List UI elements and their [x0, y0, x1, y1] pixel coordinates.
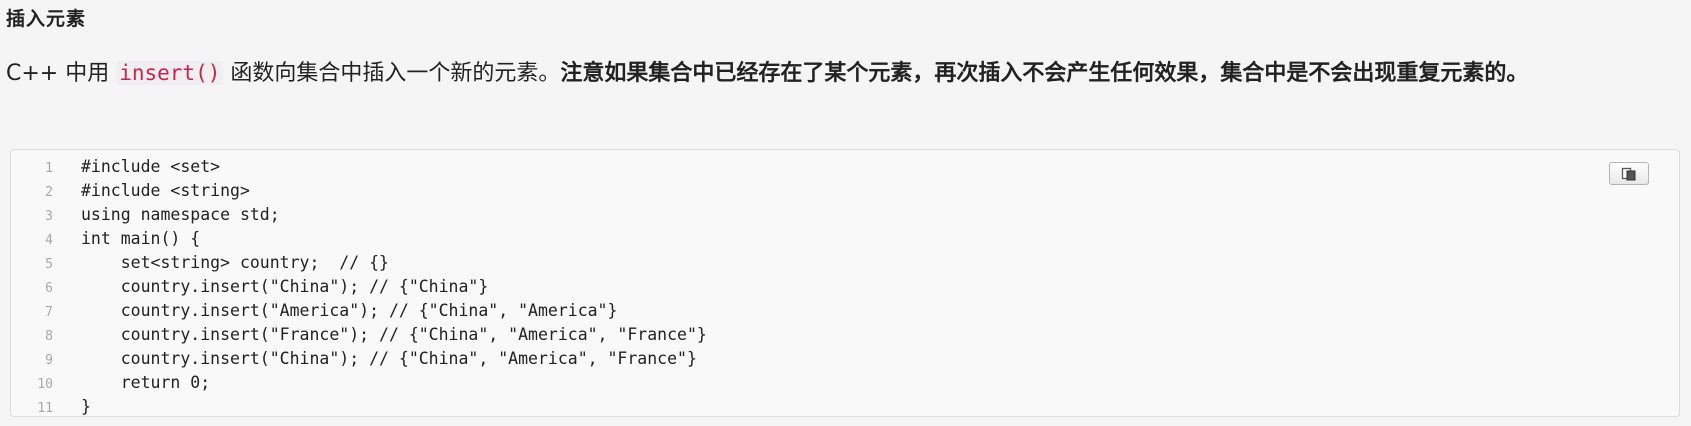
code-line: 7 country.insert("America"); // {"China"… [11, 299, 707, 323]
code-text: set<string> country; // {} [81, 253, 389, 272]
section-title: 插入元素 [6, 8, 87, 30]
line-number: 8 [45, 329, 53, 344]
line-number: 9 [45, 353, 53, 368]
code-text: country.insert("China"); // {"China"} [81, 277, 489, 296]
code-text: int main() { [81, 229, 201, 248]
code-line: 11} [11, 395, 707, 419]
paragraph-emphasis: 注意如果集合中已经存在了某个元素，再次插入不会产生任何效果，集合中是不会出现重复… [560, 61, 1529, 86]
code-text: country.insert("France"); // {"China", "… [81, 325, 707, 344]
description-paragraph: C++ 中用 insert() 函数向集合中插入一个新的元素。注意如果集合中已经… [6, 56, 1681, 91]
code-text: } [81, 397, 91, 416]
copy-button[interactable] [1609, 162, 1649, 185]
line-number: 2 [45, 185, 53, 200]
copy-icon [1621, 167, 1636, 180]
line-number: 6 [45, 281, 53, 296]
code-block: 1 #include <set> 2 #include <string> 3 usin… [10, 149, 1680, 417]
line-number: 4 [45, 233, 53, 248]
code-text: country.insert("America"); // {"China", … [81, 301, 618, 320]
line-number: 1 [45, 161, 53, 176]
code-text: #include <string> [81, 181, 250, 200]
line-number: 7 [45, 305, 53, 320]
code-line: 9 country.insert("China"); // {"China", … [11, 347, 707, 371]
code-line: 4 int main() { [11, 227, 707, 251]
code-line: 8 country.insert("France"); // {"China",… [11, 323, 707, 347]
line-number: 10 [37, 377, 53, 392]
code-text: using namespace std; [81, 205, 280, 224]
code-line: 3 using namespace std; [11, 203, 707, 227]
code-line: 2 #include <string> [11, 179, 707, 203]
code-line: 5 set<string> country; // {} [11, 251, 707, 275]
code-lines: 1 #include <set> 2 #include <string> 3 usin… [11, 155, 707, 419]
code-line: 6 country.insert("China"); // {"China"} [11, 275, 707, 299]
line-number: 11 [37, 401, 53, 416]
code-line: 10 return 0; [11, 371, 707, 395]
inline-code: insert() [116, 61, 224, 85]
code-text: return 0; [81, 373, 211, 392]
paragraph-text-2: 函数向集合中插入一个新的元素。 [223, 61, 561, 86]
paragraph-text: C++ 中用 [6, 61, 117, 86]
code-text: #include <set> [81, 157, 221, 176]
code-text: country.insert("China"); // {"China", "A… [81, 349, 697, 368]
code-line: 1 #include <set> [11, 155, 707, 179]
line-number: 3 [45, 209, 53, 224]
line-number: 5 [45, 257, 53, 272]
